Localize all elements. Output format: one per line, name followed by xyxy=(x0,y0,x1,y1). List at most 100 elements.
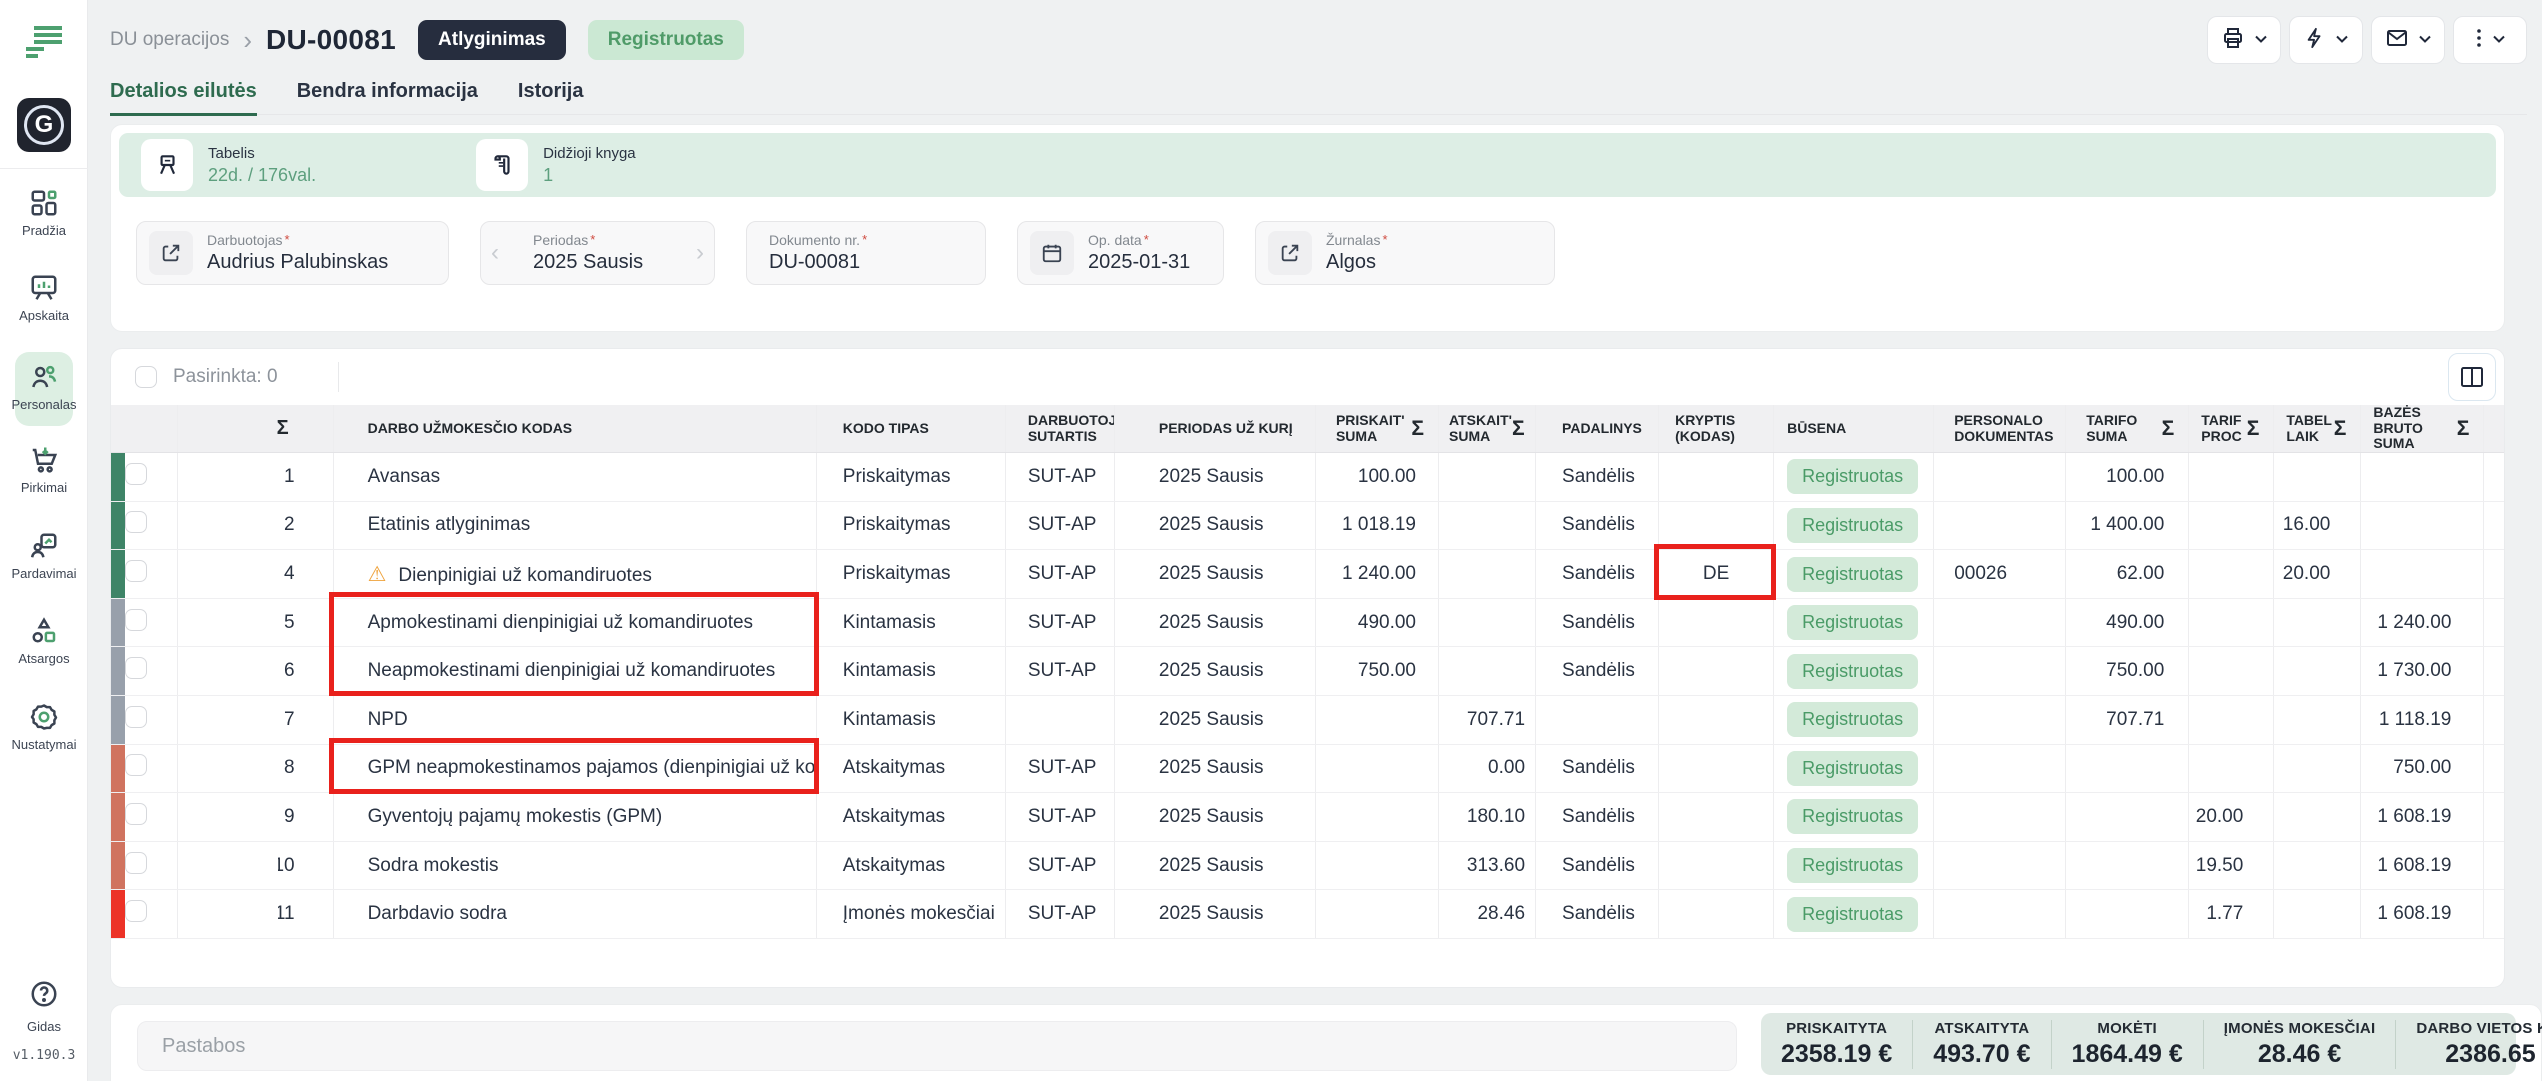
help-label[interactable]: Gidas xyxy=(0,1019,88,1034)
dokumento-nr-field[interactable]: Dokumento nr.* DU-00081 xyxy=(746,221,986,285)
op-data-field[interactable]: Op. data* 2025-01-31 xyxy=(1017,221,1224,285)
row-rate-sum xyxy=(2066,744,2189,793)
notes-input[interactable] xyxy=(137,1021,1737,1071)
sum-icon[interactable]: Σ xyxy=(2162,417,2189,441)
row-color-bar xyxy=(111,695,125,744)
row-name: Dienpinigiai už komandiruotes xyxy=(398,565,651,586)
row-name-cell: ⚠ Dienpinigiai už komandiruotes xyxy=(333,550,816,599)
row-timesheet-time xyxy=(2274,647,2361,696)
row-accrued-sum: 490.00 xyxy=(1315,598,1438,647)
row-number: 2 xyxy=(278,514,295,536)
sum-icon[interactable]: Σ xyxy=(177,405,333,453)
col-header-kodas[interactable]: DARBO UŽMOKESČIO KODAS xyxy=(333,405,816,453)
field-value: DU-00081 xyxy=(769,251,867,274)
row-checkbox[interactable] xyxy=(125,852,147,874)
previous-period-chevron-icon[interactable]: ‹ xyxy=(485,239,505,267)
more-options-button[interactable] xyxy=(2453,16,2527,64)
sidebar-item-pirkimai[interactable]: Pirkimai xyxy=(0,445,88,495)
info-item-tabelis[interactable]: Tabelis 22d. / 176val. xyxy=(141,139,316,191)
sum-icon[interactable]: Σ xyxy=(2334,417,2361,441)
col-header-tarifo-suma[interactable]: TARIFO SUMAΣ xyxy=(2066,405,2189,453)
row-checkbox[interactable] xyxy=(125,657,147,679)
row-name-cell: Darbdavio sodra xyxy=(333,890,816,939)
periodas-field[interactable]: ‹ Periodas* 2025 Sausis › xyxy=(480,221,715,285)
row-checkbox[interactable] xyxy=(125,754,147,776)
row-rate-percent xyxy=(2189,744,2274,793)
sum-icon[interactable]: Σ xyxy=(2247,417,2274,441)
table-row: 2Etatinis atlyginimasPriskaitymasSUT-AP2… xyxy=(111,501,2504,550)
actions-button[interactable] xyxy=(2289,16,2363,64)
row-checkbox[interactable] xyxy=(125,706,147,728)
col-header-kodo-tipas[interactable]: KODO TIPAS xyxy=(816,405,1005,453)
col-header-priskait-suma[interactable]: PRISKAIT' SUMAΣ xyxy=(1315,405,1438,453)
row-department: Sandėlis xyxy=(1536,793,1659,842)
main-content: DU operacijos › DU-00081 Atlyginimas Reg… xyxy=(88,0,2542,1081)
warning-icon: ⚠ xyxy=(368,563,387,586)
row-color-bar xyxy=(111,647,125,696)
col-header-tabel-laik[interactable]: TABEL LAIKΣ xyxy=(2274,405,2361,453)
select-all-checkbox[interactable] xyxy=(135,366,157,388)
row-checkbox[interactable] xyxy=(125,803,147,825)
row-checkbox[interactable] xyxy=(125,560,147,582)
menu-hamburger-icon[interactable] xyxy=(22,22,66,62)
row-base-gross-sum: 1 730.00 xyxy=(2361,647,2484,696)
sidebar-item-pardavimai[interactable]: Pardavimai xyxy=(0,531,88,581)
field-label: Periodas xyxy=(533,232,588,248)
row-period: 2025 Sausis xyxy=(1114,841,1315,890)
row-hr-document xyxy=(1934,695,2066,744)
row-hr-document xyxy=(1934,793,2066,842)
row-name-cell: Etatinis atlyginimas xyxy=(333,501,816,550)
row-timesheet-time xyxy=(2274,453,2361,502)
row-rate-percent: 19.50 xyxy=(2189,841,2274,890)
row-status-badge: Registruotas xyxy=(1787,654,1918,689)
sidebar-item-pradzia[interactable]: Pradžia xyxy=(0,188,88,238)
tab-bendra-informacija[interactable]: Bendra informacija xyxy=(297,80,478,114)
col-header-personalo-dok[interactable]: PERSONALO DOKUMENTAS xyxy=(1934,405,2066,453)
row-timesheet-time xyxy=(2274,890,2361,939)
external-link-icon[interactable] xyxy=(1268,231,1312,275)
row-checkbox[interactable] xyxy=(125,609,147,631)
row-checkbox[interactable] xyxy=(125,900,147,922)
print-button[interactable] xyxy=(2207,16,2281,64)
row-name: Sodra mokestis xyxy=(368,855,499,876)
col-header-kryptis[interactable]: KRYPTIS (KODAS) xyxy=(1659,405,1774,453)
sum-icon[interactable]: Σ xyxy=(2457,417,2484,441)
sidebar-item-apskaita[interactable]: Apskaita xyxy=(0,273,88,323)
breadcrumb[interactable]: DU operacijos xyxy=(110,29,229,51)
sum-icon[interactable]: Σ xyxy=(1512,417,1536,441)
sidebar-item-atsargos[interactable]: Atsargos xyxy=(0,616,88,666)
email-button[interactable] xyxy=(2371,16,2445,64)
col-header-sutartis[interactable]: DARBUOTOJO SUTARTIS xyxy=(1005,405,1114,453)
col-header-bazes-bruto[interactable]: BAZĖS BRUTO SUMAΣ xyxy=(2361,405,2484,453)
info-item-didzioji-knyga[interactable]: Didžioji knyga 1 xyxy=(476,139,636,191)
zurnalas-field[interactable]: Žurnalas* Algos xyxy=(1255,221,1555,285)
app-logo[interactable]: G xyxy=(17,98,71,152)
next-period-chevron-icon[interactable]: › xyxy=(690,239,710,267)
row-code-type: Priskaitymas xyxy=(816,501,1005,550)
col-header-tarif-proc[interactable]: TARIF PROCΣ xyxy=(2189,405,2274,453)
row-checkbox[interactable] xyxy=(125,463,147,485)
field-value: Algos xyxy=(1326,251,1388,274)
column-settings-button[interactable] xyxy=(2448,353,2496,401)
calendar-icon[interactable] xyxy=(1030,231,1074,275)
darbuotojas-field[interactable]: Darbuotojas* Audrius Palubinskas xyxy=(136,221,449,285)
col-header-atskait-suma[interactable]: ATSKAIT' SUMAΣ xyxy=(1439,405,1536,453)
tab-istorija[interactable]: Istorija xyxy=(518,80,584,114)
row-department: Sandėlis xyxy=(1536,744,1659,793)
row-checkbox[interactable] xyxy=(125,511,147,533)
sidebar-item-nustatymai[interactable]: Nustatymai xyxy=(0,702,88,752)
document-header-card: Tabelis 22d. / 176val. Didžioji knyga 1 xyxy=(110,124,2505,332)
topbar: DU operacijos › DU-00081 Atlyginimas Reg… xyxy=(110,0,2527,80)
topbar-actions xyxy=(2207,16,2527,64)
tab-detalios-eilutes[interactable]: Detalios eilutės xyxy=(110,80,257,116)
row-status-badge: Registruotas xyxy=(1787,459,1918,494)
table-row: 5Apmokestinami dienpinigiai už komandiru… xyxy=(111,598,2504,647)
sidebar-item-personalas[interactable]: Personalas xyxy=(0,362,88,412)
col-header-busena[interactable]: BŪSENA xyxy=(1774,405,1934,453)
help-icon[interactable] xyxy=(29,996,59,1013)
shapes-icon xyxy=(0,616,88,646)
col-header-padalinys[interactable]: PADALINYS xyxy=(1536,405,1659,453)
col-header-periodas[interactable]: PERIODAS UŽ KURĮ xyxy=(1114,405,1315,453)
external-link-icon[interactable] xyxy=(149,231,193,275)
sum-icon[interactable]: Σ xyxy=(1411,417,1438,441)
